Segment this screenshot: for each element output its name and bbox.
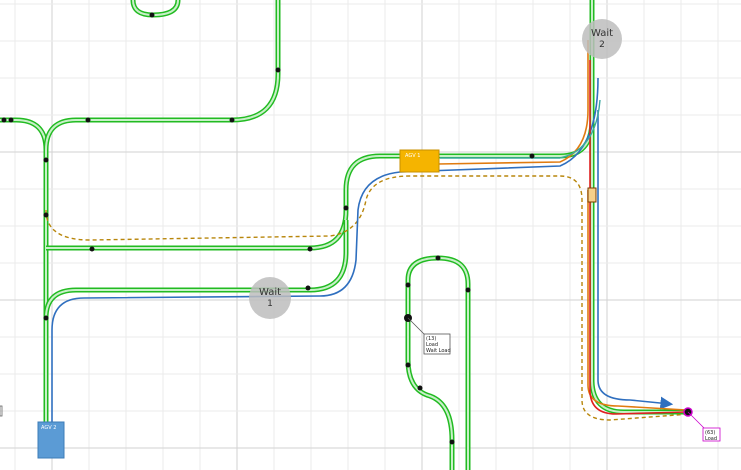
track-node bbox=[305, 285, 311, 291]
agv-label: AGV 1 bbox=[405, 153, 420, 159]
track-node bbox=[435, 255, 441, 261]
track-inner bbox=[0, 119, 47, 430]
station-63[interactable]: (63) Load bbox=[683, 407, 721, 442]
route-blue bbox=[51, 77, 599, 430]
track-node bbox=[405, 282, 411, 288]
track-inner bbox=[45, 0, 279, 151]
track-node bbox=[43, 212, 49, 218]
wait-number: 2 bbox=[599, 40, 605, 50]
node-layer bbox=[1, 12, 535, 445]
station-label-line: Wait Load bbox=[426, 348, 451, 354]
station-13[interactable]: (13) Load Wait Load bbox=[404, 314, 451, 355]
track-inner bbox=[591, 120, 688, 413]
track-segment bbox=[0, 117, 49, 430]
track-inner bbox=[45, 220, 347, 319]
track-segment bbox=[589, 120, 688, 415]
track-node bbox=[89, 246, 95, 252]
track-network bbox=[0, 0, 688, 470]
layout-canvas[interactable]: Wait 1 Wait 2 AGV 1 AGV 2 (13) Load Wait… bbox=[0, 0, 741, 470]
track-node bbox=[343, 205, 349, 211]
track-node bbox=[1, 117, 7, 123]
track-node bbox=[417, 385, 423, 391]
wait-marker-1[interactable]: Wait 1 bbox=[249, 277, 291, 319]
wait-marker-2[interactable]: Wait 2 bbox=[582, 19, 622, 59]
agv-label: AGV 2 bbox=[41, 425, 56, 431]
track-node bbox=[307, 246, 313, 252]
track-inner bbox=[46, 155, 405, 249]
wait-label: Wait bbox=[591, 28, 613, 39]
station-label-line: Load bbox=[705, 436, 717, 442]
track-node bbox=[405, 362, 411, 368]
track-node bbox=[449, 439, 455, 445]
route-red bbox=[589, 60, 687, 415]
track-node bbox=[529, 153, 535, 159]
track-node bbox=[275, 67, 281, 73]
track-node bbox=[43, 157, 49, 163]
track-node bbox=[229, 117, 235, 123]
wait-number: 1 bbox=[267, 299, 273, 309]
route-orange bbox=[437, 40, 589, 165]
track-node bbox=[8, 117, 14, 123]
track-node bbox=[85, 117, 91, 123]
track-node bbox=[43, 315, 49, 321]
wait-label: Wait bbox=[259, 287, 281, 298]
track-node bbox=[465, 287, 471, 293]
vehicle-marker[interactable] bbox=[587, 187, 597, 203]
track-segment bbox=[43, 220, 349, 319]
track-node bbox=[149, 12, 155, 18]
route-blue-right bbox=[597, 110, 674, 410]
track-segment bbox=[43, 0, 281, 151]
agv-1[interactable]: AGV 1 bbox=[399, 149, 440, 173]
agv-2[interactable]: AGV 2 bbox=[37, 421, 65, 459]
agv-layout-map[interactable]: Wait 1 Wait 2 AGV 1 AGV 2 (13) Load Wait… bbox=[0, 0, 741, 470]
